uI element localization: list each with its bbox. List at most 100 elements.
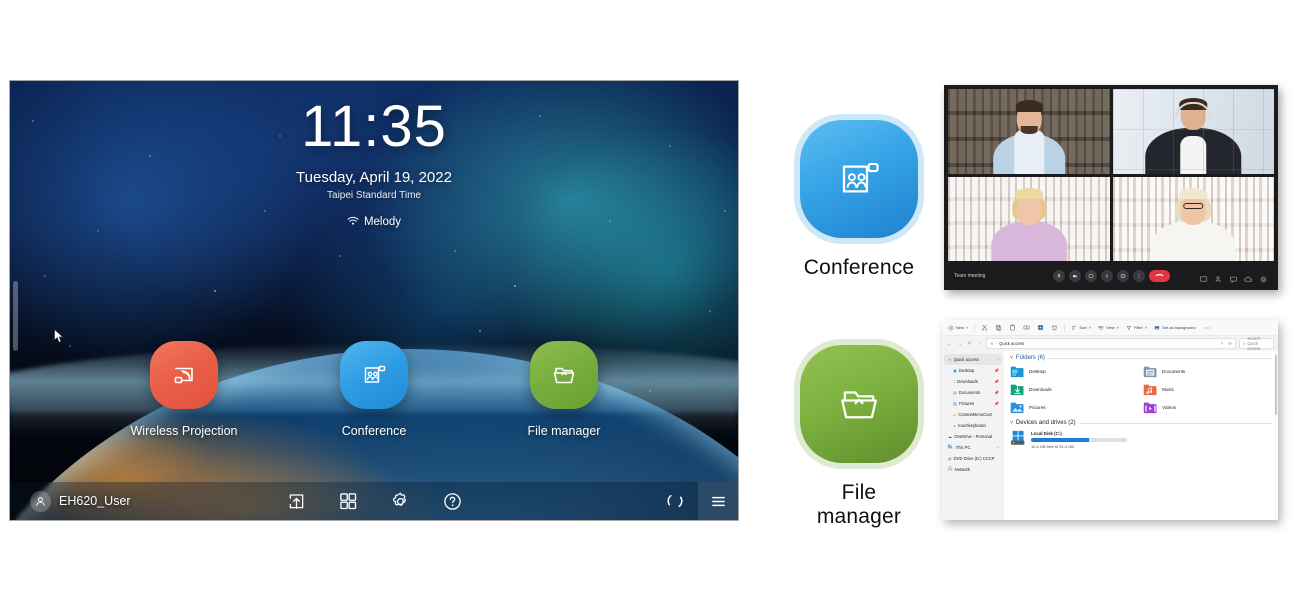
taskbar-user[interactable]: EH620_User [10,490,131,512]
pictures-folder-icon [1010,402,1024,414]
paste-icon[interactable] [1007,323,1018,332]
folder-item-desktop[interactable]: Desktop [1010,365,1139,378]
sidebar-item-desktop[interactable]: ▣ Desktop 📌 [944,365,1002,376]
sidebar-item-contextmenucust[interactable]: ▰ ContextMenuCust [944,409,1002,420]
more-icon[interactable] [1201,324,1213,332]
scrollbar[interactable] [1274,351,1278,520]
app-file-manager[interactable]: File manager [497,341,632,438]
pin-icon[interactable]: 📌 [994,379,999,384]
folder-item-documents[interactable]: Documents [1143,365,1272,378]
chat-icon[interactable] [1199,271,1208,282]
refresh-icon[interactable]: ⟳ [1228,341,1232,346]
sidebar-item-quick-access[interactable]: ★ Quick access ˅ [944,354,1002,365]
conference-icon[interactable] [800,120,918,238]
breadcrumb[interactable]: ★ › Quick access ˅ ⟳ [986,338,1236,349]
folder-item-videos[interactable]: Videos [1143,401,1272,414]
forward-arrow-icon[interactable]: → [956,341,963,347]
folder-item-downloads[interactable]: Downloads [1010,383,1139,396]
new-icon[interactable]: New ˅ [946,324,970,332]
music-folder-icon [1143,384,1157,396]
pin-icon[interactable]: 📌 [994,368,999,373]
sidebar-item-onedrive[interactable]: ☁ OneDrive - Personal [944,431,1002,442]
chevron-down-icon[interactable]: ˅ [997,357,999,362]
recent-chevron-icon[interactable]: ˅ [966,341,973,347]
downloads-folder-icon: ↓ [953,379,956,384]
folder-item-music[interactable]: Music [1143,383,1272,396]
view-icon[interactable]: View ˅ [1096,324,1121,332]
file-manager-icon[interactable] [800,345,918,463]
app-conference[interactable]: Conference [307,341,442,438]
upload-icon[interactable] [1244,271,1253,282]
sidebar-item-downloads[interactable]: ↓ Downloads 📌 [944,376,1002,387]
chevron-down-icon[interactable]: ˅ [1010,420,1013,426]
upload-icon[interactable] [284,489,308,513]
drive-info: Local Disk (C:) 12.4 GB free of 31.4 GB [1031,430,1127,449]
filter-icon[interactable]: Filter ˅ [1124,324,1149,332]
folders-group-label: Folders (6) [1015,355,1045,361]
drives-group-label: Devices and drives (2) [1015,420,1076,426]
toolbar-label: New [956,325,965,330]
file-manager-icon [530,341,598,409]
delete-icon[interactable] [1049,323,1060,332]
up-arrow-icon[interactable]: ↑ [976,341,983,347]
search-input[interactable]: ⌕ Search Quick access [1239,336,1274,351]
app-wireless-projection[interactable]: Wireless Projection [117,341,252,438]
microphone-icon[interactable] [1052,269,1065,282]
sidebar-item-this-pc[interactable]: 🖳 This PC ˅ [944,442,1002,453]
participant-tile[interactable] [1112,176,1274,261]
folder-label: Desktop [1029,369,1046,374]
participant-tile[interactable] [948,176,1110,261]
scrollbar-thumb[interactable] [1275,355,1277,415]
sidebar-item-documents[interactable]: ▤ Documents 📌 [944,387,1002,398]
copy-icon[interactable] [993,323,1004,332]
more-options-icon[interactable] [1132,269,1145,282]
gear-icon[interactable] [388,489,412,513]
raise-hand-icon[interactable] [1100,269,1113,282]
file-explorer-body: ★ Quick access ˅ ▣ Desktop 📌 ↓ Downloads… [942,351,1278,520]
cut-icon[interactable] [979,323,990,332]
hamburger-menu-icon[interactable] [698,482,738,520]
rename-icon[interactable] [1021,323,1032,332]
pin-icon[interactable]: 📌 [994,401,999,406]
folders-group-header[interactable]: ˅ Folders (6) [1010,355,1272,361]
back-arrow-icon[interactable]: ← [946,341,953,347]
participant-tile[interactable] [1112,89,1274,174]
drive-item-local-disk[interactable]: Local Disk (C:) 12.4 GB free of 31.4 GB [1010,430,1272,449]
sort-icon[interactable]: Sort ˅ [1069,324,1093,332]
settings-icon[interactable] [1259,271,1268,283]
sidebar-item-dvd-drive[interactable]: ◍ DVD Drive (D:) CCCP [944,453,1002,464]
share-icon[interactable] [1035,323,1046,332]
downloads-folder-icon [1010,384,1024,396]
search-placeholder: Search Quick access [1247,336,1261,351]
app-launcher: Wireless Projection Conference File mana… [10,341,738,438]
network-icon: 🖧 [948,466,953,471]
sidebar-item-touchkeyboard[interactable]: ▰ touchkeyboard [944,420,1002,431]
sidebar-item-pictures[interactable]: ▥ Pictures 📌 [944,398,1002,409]
chevron-down-icon[interactable]: ˅ [1010,355,1013,361]
set-background-icon[interactable]: Set as background [1152,324,1197,332]
layout-icon[interactable] [1116,269,1129,282]
chevron-down-icon[interactable]: ˅ [997,445,999,450]
file-explorer-address-bar: ← → ˅ ↑ ★ › Quick access ˅ ⟳ ⌕ Search Qu… [942,336,1278,351]
participants-icon[interactable] [1214,271,1223,283]
camera-icon[interactable] [1068,269,1081,282]
participant-tile[interactable] [948,89,1110,174]
help-icon[interactable] [440,489,464,513]
hang-up-icon[interactable] [1148,269,1170,282]
toolbar-label: Filter [1134,325,1143,330]
chevron-down-icon[interactable]: ˅ [1221,341,1223,346]
loading-spinner-icon[interactable] [652,491,698,511]
pin-icon[interactable]: 📌 [994,390,999,395]
conference-app-screenshot: Team meeting [944,85,1278,290]
share-screen-icon[interactable] [1084,269,1097,282]
dvd-drive-icon: ◍ [948,456,952,461]
apps-grid-icon[interactable] [336,489,360,513]
divider [1047,357,1272,359]
conference-icon [340,341,408,409]
reactions-icon[interactable] [1229,271,1238,283]
sidebar-item-network[interactable]: 🖧 Network [944,464,1002,475]
folder-item-pictures[interactable]: Pictures [1010,401,1139,414]
folder-icon: ▰ [953,412,957,417]
drives-group-header[interactable]: ˅ Devices and drives (2) [1010,420,1272,426]
sidebar-item-label: touchkeyboard [958,423,986,428]
